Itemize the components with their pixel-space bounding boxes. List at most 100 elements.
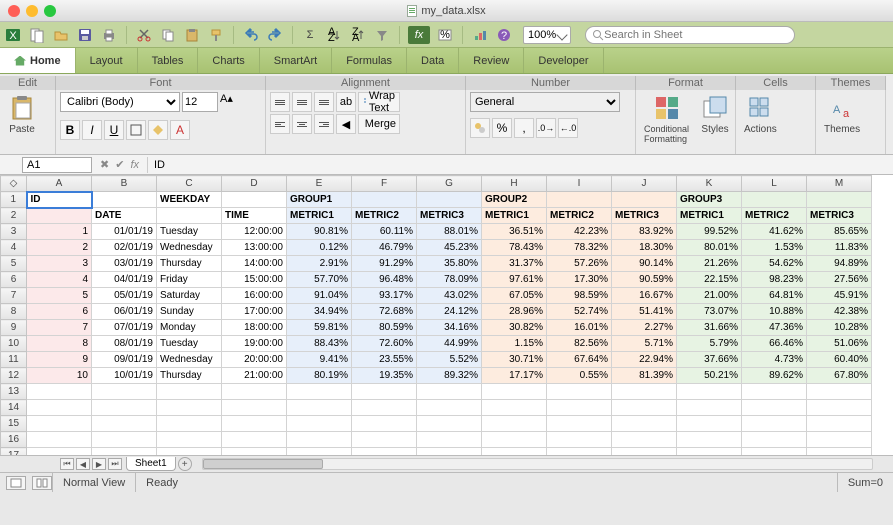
cell-C15[interactable] [157,416,222,432]
cell-J8[interactable]: 51.41% [612,304,677,320]
cell-L4[interactable]: 1.53% [742,240,807,256]
cell-J17[interactable] [612,448,677,456]
cell-I10[interactable]: 82.56% [547,336,612,352]
cell-B16[interactable] [92,432,157,448]
tab-smartart[interactable]: SmartArt [260,48,332,73]
cell-A3[interactable]: 1 [27,224,92,240]
cell-H3[interactable]: 36.51% [482,224,547,240]
cell-C7[interactable]: Saturday [157,288,222,304]
cell-E12[interactable]: 80.19% [287,368,352,384]
row-header-3[interactable]: 3 [1,224,27,240]
align-left-icon[interactable] [270,114,290,134]
row-header-5[interactable]: 5 [1,256,27,272]
cell-G8[interactable]: 24.12% [417,304,482,320]
cell-L8[interactable]: 10.88% [742,304,807,320]
cell-D2[interactable]: TIME [222,208,287,224]
row-header-11[interactable]: 11 [1,352,27,368]
cell-A15[interactable] [27,416,92,432]
decrease-decimal-icon[interactable]: ←.0 [558,118,578,138]
confirm-formula-icon[interactable]: ✔ [115,158,124,171]
cell-H13[interactable] [482,384,547,400]
cell-I6[interactable]: 17.30% [547,272,612,288]
undo-icon[interactable] [242,26,260,44]
row-header-2[interactable]: 2 [1,208,27,224]
cell-A4[interactable]: 2 [27,240,92,256]
cell-M10[interactable]: 51.06% [807,336,872,352]
cell-I1[interactable] [547,192,612,208]
cell-L9[interactable]: 47.36% [742,320,807,336]
file-menu-icon[interactable] [28,26,46,44]
cell-F12[interactable]: 19.35% [352,368,417,384]
cell-B3[interactable]: 01/01/19 [92,224,157,240]
col-header-E[interactable]: E [287,176,352,192]
print-icon[interactable] [100,26,118,44]
align-bottom-icon[interactable] [314,92,334,112]
cell-I9[interactable]: 16.01% [547,320,612,336]
cell-C6[interactable]: Friday [157,272,222,288]
themes-button[interactable]: Aa Themes [820,92,864,137]
currency-icon[interactable] [470,118,490,138]
col-header-F[interactable]: F [352,176,417,192]
cell-C3[interactable]: Tuesday [157,224,222,240]
cell-J3[interactable]: 83.92% [612,224,677,240]
cell-F6[interactable]: 96.48% [352,272,417,288]
sort-asc-icon[interactable]: AZ [325,26,343,44]
cell-A10[interactable]: 8 [27,336,92,352]
fx-button-icon[interactable]: fx [130,159,139,171]
cell-I14[interactable] [547,400,612,416]
cell-E2[interactable]: METRIC1 [287,208,352,224]
normal-view-icon[interactable] [6,476,26,490]
cell-G10[interactable]: 44.99% [417,336,482,352]
increase-decimal-icon[interactable]: .0→ [536,118,556,138]
cell-F17[interactable] [352,448,417,456]
cell-H6[interactable]: 97.61% [482,272,547,288]
cell-J9[interactable]: 2.27% [612,320,677,336]
cell-H15[interactable] [482,416,547,432]
cell-B7[interactable]: 05/01/19 [92,288,157,304]
cell-G11[interactable]: 5.52% [417,352,482,368]
cut-icon[interactable] [135,26,153,44]
cell-A16[interactable] [27,432,92,448]
cell-D17[interactable] [222,448,287,456]
cell-J5[interactable]: 90.14% [612,256,677,272]
cell-I13[interactable] [547,384,612,400]
chart-icon[interactable] [471,26,489,44]
h-scrollbar[interactable] [202,458,873,470]
cell-B4[interactable]: 02/01/19 [92,240,157,256]
underline-button[interactable]: U [104,120,124,140]
cell-K17[interactable] [677,448,742,456]
tab-home[interactable]: Home [0,48,76,73]
cell-I2[interactable]: METRIC2 [547,208,612,224]
cell-K12[interactable]: 50.21% [677,368,742,384]
row-header-12[interactable]: 12 [1,368,27,384]
cell-L5[interactable]: 54.62% [742,256,807,272]
cell-I12[interactable]: 0.55% [547,368,612,384]
cell-D7[interactable]: 16:00:00 [222,288,287,304]
open-icon[interactable] [52,26,70,44]
cell-K11[interactable]: 37.66% [677,352,742,368]
cell-A5[interactable]: 3 [27,256,92,272]
row-header-13[interactable]: 13 [1,384,27,400]
cell-F5[interactable]: 91.29% [352,256,417,272]
col-header-I[interactable]: I [547,176,612,192]
cell-F10[interactable]: 72.60% [352,336,417,352]
zoom-select[interactable]: 100% [523,26,571,44]
cell-B2[interactable]: DATE [92,208,157,224]
col-header-B[interactable]: B [92,176,157,192]
cell-B6[interactable]: 04/01/19 [92,272,157,288]
cell-E6[interactable]: 57.70% [287,272,352,288]
cell-J12[interactable]: 81.39% [612,368,677,384]
save-icon[interactable] [76,26,94,44]
cell-F4[interactable]: 46.79% [352,240,417,256]
tab-developer[interactable]: Developer [524,48,603,73]
cell-B11[interactable]: 09/01/19 [92,352,157,368]
align-center-icon[interactable] [292,114,312,134]
cell-I4[interactable]: 78.32% [547,240,612,256]
cell-B8[interactable]: 06/01/19 [92,304,157,320]
merge-button[interactable]: Merge [358,114,400,134]
cell-I11[interactable]: 67.64% [547,352,612,368]
cell-C2[interactable] [157,208,222,224]
cell-M2[interactable]: METRIC3 [807,208,872,224]
cell-F14[interactable] [352,400,417,416]
cell-H12[interactable]: 17.17% [482,368,547,384]
